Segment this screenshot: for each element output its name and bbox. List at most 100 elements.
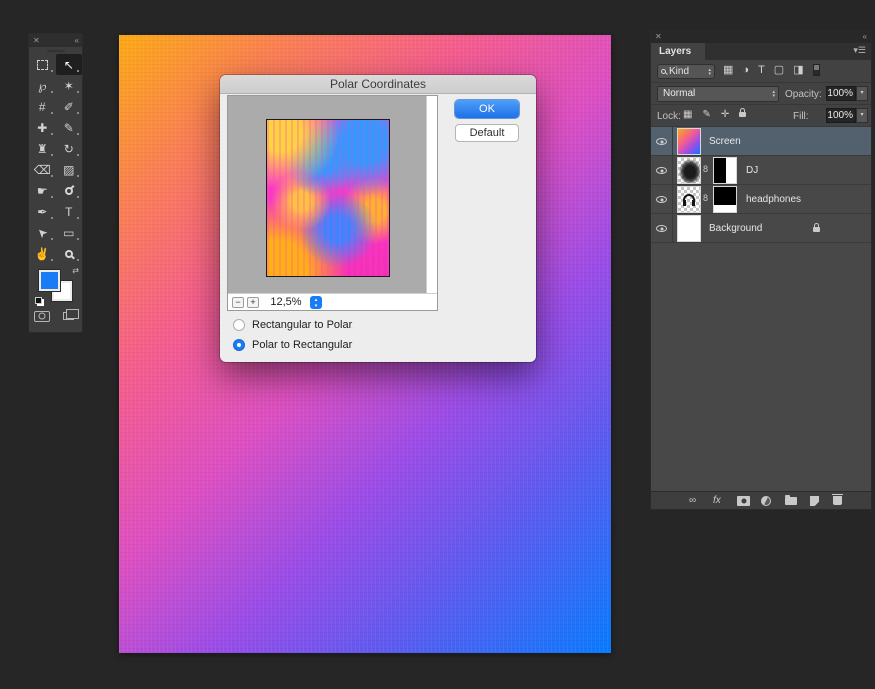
dodge-icon bbox=[64, 186, 73, 195]
eyedropper-icon: ✐ bbox=[63, 99, 74, 114]
swap-colors-icon[interactable]: ⇄ bbox=[72, 266, 79, 275]
layer-row-dj[interactable]: 8 DJ bbox=[651, 156, 871, 185]
link-layers-icon[interactable]: ∞ bbox=[689, 495, 696, 507]
delete-layer-icon[interactable] bbox=[832, 494, 843, 509]
ok-button[interactable]: OK bbox=[455, 100, 519, 118]
marquee-tool[interactable] bbox=[29, 54, 56, 75]
clone-stamp-tool[interactable]: ♜ bbox=[29, 138, 56, 159]
fill-value[interactable]: 100% bbox=[826, 108, 856, 123]
polar-to-rectangular-option[interactable]: Polar to Rectangular bbox=[233, 338, 352, 352]
zoom-out-button[interactable]: − bbox=[232, 297, 244, 308]
blend-mode-dropdown[interactable]: Normal ▴ ▾ bbox=[657, 86, 779, 102]
layer-thumbnail[interactable] bbox=[677, 215, 701, 242]
smudge-tool[interactable]: ☛ bbox=[29, 180, 56, 201]
path-selection-tool[interactable]: ➤ bbox=[29, 222, 56, 243]
radio-unselected-icon[interactable] bbox=[233, 319, 245, 331]
link-mask-icon[interactable]: 8 bbox=[703, 193, 708, 203]
panel-grip[interactable] bbox=[46, 50, 65, 52]
locked-icon bbox=[813, 223, 820, 232]
layer-row-background[interactable]: Background bbox=[651, 214, 871, 243]
layers-tab[interactable]: Layers bbox=[651, 43, 705, 60]
layer-thumbnail[interactable] bbox=[677, 157, 701, 184]
rectangular-to-polar-option[interactable]: Rectangular to Polar bbox=[233, 318, 352, 332]
type-tool[interactable]: T bbox=[56, 201, 83, 222]
eraser-tool[interactable]: ⌫ bbox=[29, 159, 56, 180]
pen-tool[interactable]: ✒ bbox=[29, 201, 56, 222]
magic-wand-tool[interactable]: ✶ bbox=[56, 75, 83, 96]
new-layer-icon[interactable] bbox=[810, 496, 819, 510]
visibility-toggle[interactable] bbox=[651, 214, 673, 243]
layer-thumbnail[interactable] bbox=[677, 186, 701, 213]
zoom-percentage: 12,5% bbox=[270, 296, 302, 308]
lasso-tool[interactable]: ℘ bbox=[29, 75, 56, 96]
default-colors-icon[interactable] bbox=[35, 297, 42, 304]
layer-row-screen[interactable]: Screen bbox=[651, 127, 871, 156]
kind-filter-dropdown[interactable]: Kind ▴ ▾ bbox=[657, 64, 715, 79]
lock-transparent-icon[interactable]: ▦ bbox=[683, 109, 692, 120]
layer-style-icon[interactable]: fx bbox=[713, 495, 721, 507]
lock-position-icon[interactable]: ✛ bbox=[721, 109, 729, 120]
hand-icon: ✌ bbox=[34, 246, 50, 261]
close-icon[interactable]: ✕ bbox=[655, 31, 662, 43]
lock-all-icon[interactable] bbox=[739, 108, 747, 117]
layer-name[interactable]: Screen bbox=[709, 136, 741, 147]
filter-type-layers-icon[interactable]: T bbox=[758, 64, 765, 76]
stepper-down-icon: ▾ bbox=[314, 303, 318, 309]
screen-mode-button[interactable] bbox=[56, 308, 83, 324]
radio-label: Polar to Rectangular bbox=[252, 339, 353, 351]
new-group-icon[interactable] bbox=[785, 495, 797, 509]
layer-mask-thumbnail[interactable] bbox=[713, 157, 737, 184]
eyedropper-tool[interactable]: ✐ bbox=[56, 96, 83, 117]
healing-brush-tool[interactable]: ✚ bbox=[29, 117, 56, 138]
layer-mask-thumbnail[interactable] bbox=[713, 186, 737, 213]
preview-thumbnail[interactable] bbox=[266, 119, 390, 277]
hand-tool[interactable]: ✌ bbox=[29, 243, 56, 264]
lock-paint-icon[interactable]: ✎ bbox=[702, 109, 710, 120]
zoom-stepper[interactable]: ▴ ▾ bbox=[310, 296, 322, 309]
wand-icon: ✶ bbox=[63, 78, 74, 93]
filter-toggle-icon[interactable] bbox=[812, 63, 820, 76]
shape-tool[interactable]: ▭ bbox=[56, 222, 83, 243]
adjustment-layer-icon[interactable] bbox=[761, 496, 771, 510]
zoom-in-button[interactable]: + bbox=[247, 297, 259, 308]
polar-coordinates-dialog: Polar Coordinates − + 12,5% ▴ ▾ OK Defaul… bbox=[220, 75, 536, 362]
filter-adjustment-layers-icon[interactable]: ◑ bbox=[742, 64, 749, 76]
foreground-color-swatch[interactable] bbox=[39, 270, 60, 291]
default-button[interactable]: Default bbox=[455, 124, 519, 142]
layer-thumbnail[interactable] bbox=[677, 128, 701, 155]
preview-scrollbar[interactable] bbox=[426, 96, 437, 293]
close-icon[interactable]: ✕ bbox=[33, 34, 40, 47]
filter-shape-layers-icon[interactable]: ▢ bbox=[774, 63, 784, 76]
filter-smart-objects-icon[interactable]: ◨ bbox=[793, 63, 803, 76]
panel-menu-icon[interactable]: ▾☰ bbox=[853, 45, 866, 56]
radio-selected-icon[interactable] bbox=[233, 339, 245, 351]
visibility-toggle[interactable] bbox=[651, 185, 673, 214]
fill-dropdown-icon[interactable]: ▾ bbox=[856, 108, 868, 123]
history-brush-tool[interactable]: ↻ bbox=[56, 138, 83, 159]
layer-name[interactable]: Background bbox=[709, 223, 762, 234]
caret-down-icon: ▾ bbox=[772, 93, 775, 99]
layer-name[interactable]: headphones bbox=[746, 194, 801, 205]
visibility-toggle[interactable] bbox=[651, 127, 673, 156]
collapse-panel-icon[interactable]: « bbox=[863, 31, 867, 43]
hamburger-icon: ☰ bbox=[857, 45, 866, 55]
filter-pixel-layers-icon[interactable]: ▦ bbox=[723, 63, 733, 76]
move-tool[interactable]: ↖ bbox=[55, 54, 82, 75]
dialog-title[interactable]: Polar Coordinates bbox=[220, 75, 536, 94]
opacity-value[interactable]: 100% bbox=[826, 86, 856, 101]
eye-icon bbox=[656, 225, 667, 232]
opacity-dropdown-icon[interactable]: ▾ bbox=[856, 86, 868, 101]
add-mask-icon[interactable] bbox=[737, 496, 750, 510]
gradient-bucket-tool[interactable]: ▨ bbox=[56, 159, 83, 180]
zoom-tool[interactable] bbox=[56, 243, 83, 264]
quick-mask-button[interactable] bbox=[29, 308, 56, 324]
brush-tool[interactable]: ✎ bbox=[56, 117, 83, 138]
link-mask-icon[interactable]: 8 bbox=[703, 164, 708, 174]
visibility-toggle[interactable] bbox=[651, 156, 673, 185]
dodge-tool[interactable] bbox=[56, 180, 83, 201]
collapse-panel-icon[interactable]: « bbox=[75, 34, 79, 47]
layer-name[interactable]: DJ bbox=[746, 165, 758, 176]
layer-row-headphones[interactable]: 8 headphones bbox=[651, 185, 871, 214]
crop-tool[interactable]: # bbox=[29, 96, 56, 117]
folder-icon bbox=[785, 495, 797, 505]
